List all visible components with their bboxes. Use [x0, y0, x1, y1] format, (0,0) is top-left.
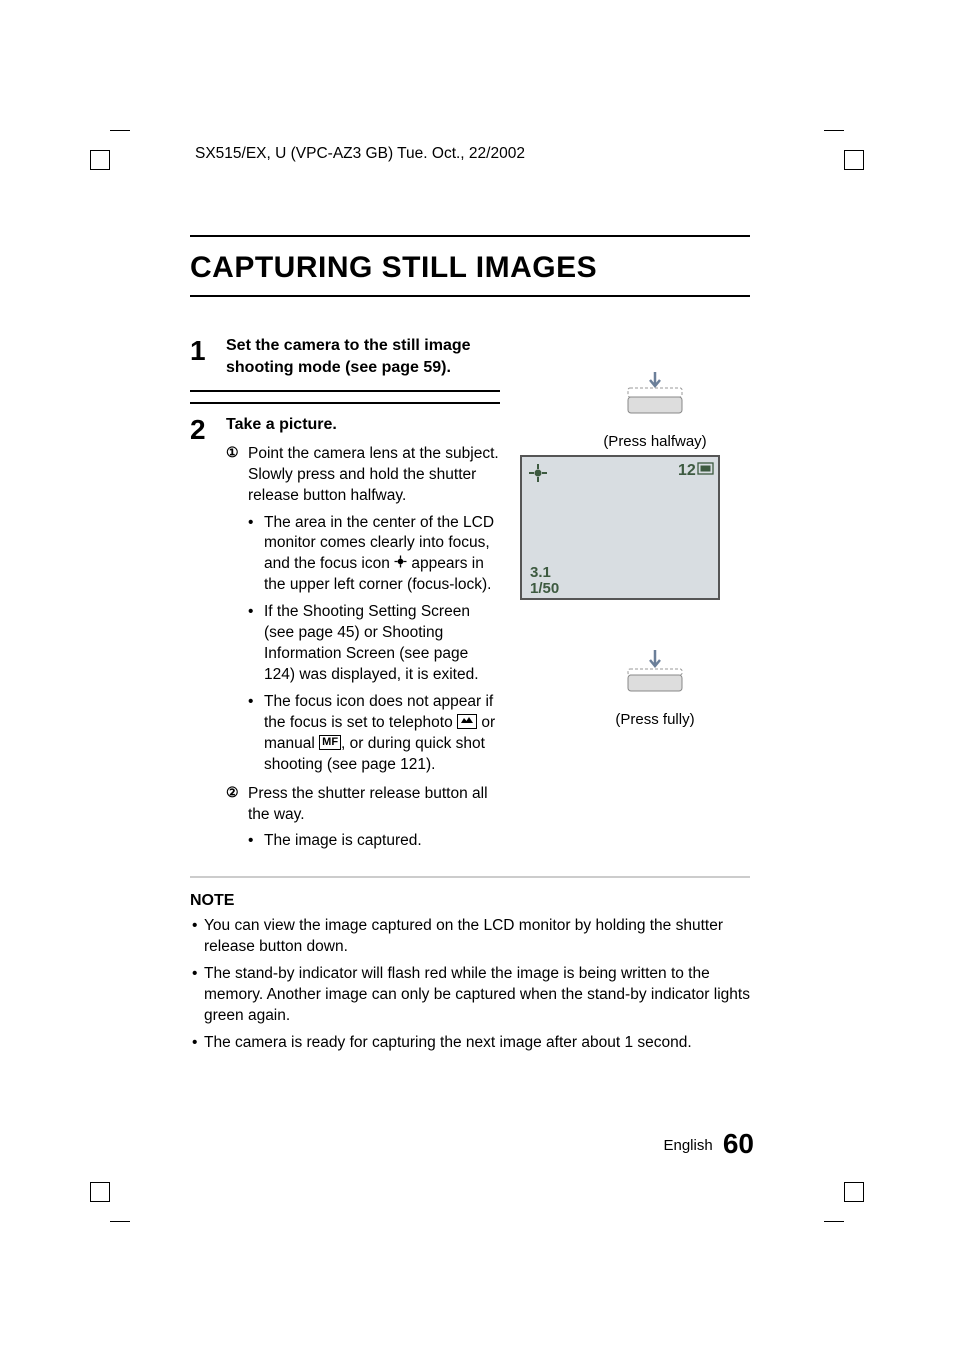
press-halfway-figure: (Press halfway): [565, 370, 745, 450]
bullet-2: If the Shooting Setting Screen (see page…: [264, 602, 500, 686]
footer-page-number: 60: [723, 1128, 754, 1159]
telephoto-icon: [457, 714, 477, 729]
lcd-aperture: 3.1: [530, 564, 551, 581]
bullet-dot: •: [248, 602, 264, 686]
substep-2-text: Press the shutter release button all the…: [248, 784, 500, 826]
bullet-1: The area in the center of the LCD monito…: [264, 513, 500, 597]
page-title-wrap: CAPTURING STILL IMAGES: [190, 235, 750, 297]
crop-mark-bl: [90, 1182, 130, 1222]
note-3: The camera is ready for capturing the ne…: [204, 1033, 750, 1054]
step-1-heading: Set the camera to the still image shooti…: [226, 335, 500, 378]
focus-icon: [394, 554, 407, 573]
page-title: CAPTURING STILL IMAGES: [190, 251, 750, 285]
bullet-dot: •: [248, 692, 264, 776]
press-halfway-caption: (Press halfway): [565, 433, 745, 450]
note-bullet: •: [190, 916, 204, 958]
crop-mark-tr: [824, 130, 864, 170]
substep-1-text: Point the camera lens at the subject. Sl…: [248, 444, 500, 507]
page-footer: English 60: [663, 1128, 754, 1160]
crop-mark-tl: [90, 130, 130, 170]
step-2: 2 Take a picture. ① Point the camera len…: [190, 402, 500, 852]
footer-language: English: [663, 1137, 712, 1154]
substep-2-marker: ②: [226, 784, 239, 801]
lcd-figure: 12 3.1 1/50: [520, 455, 720, 605]
bullet-dot: •: [248, 831, 264, 852]
bullet-dot: •: [248, 513, 264, 597]
substep-1-marker: ①: [226, 444, 239, 461]
crop-mark-br: [824, 1182, 864, 1222]
step-2-number: 2: [190, 414, 226, 852]
step-1-number: 1: [190, 335, 226, 378]
lcd-remaining-count: 12: [678, 462, 696, 479]
header-metadata: SX515/EX, U (VPC-AZ3 GB) Tue. Oct., 22/2…: [195, 145, 525, 163]
note-bullet: •: [190, 1033, 204, 1054]
press-fully-caption: (Press fully): [565, 711, 745, 728]
note-heading: NOTE: [190, 892, 750, 910]
step-1: 1 Set the camera to the still image shoo…: [190, 319, 500, 392]
step-2-heading: Take a picture.: [226, 414, 500, 436]
lcd-shutter: 1/50: [530, 580, 559, 597]
bullet-3: The focus icon does not appear if the fo…: [264, 692, 500, 776]
press-fully-figure: (Press fully): [565, 648, 745, 728]
note-2: The stand-by indicator will flash red wh…: [204, 964, 750, 1027]
note-bullet: •: [190, 964, 204, 1027]
note-separator: [190, 876, 750, 878]
mf-icon: MF: [319, 735, 341, 750]
bullet-4: The image is captured.: [264, 831, 500, 852]
note-1: You can view the image captured on the L…: [204, 916, 750, 958]
